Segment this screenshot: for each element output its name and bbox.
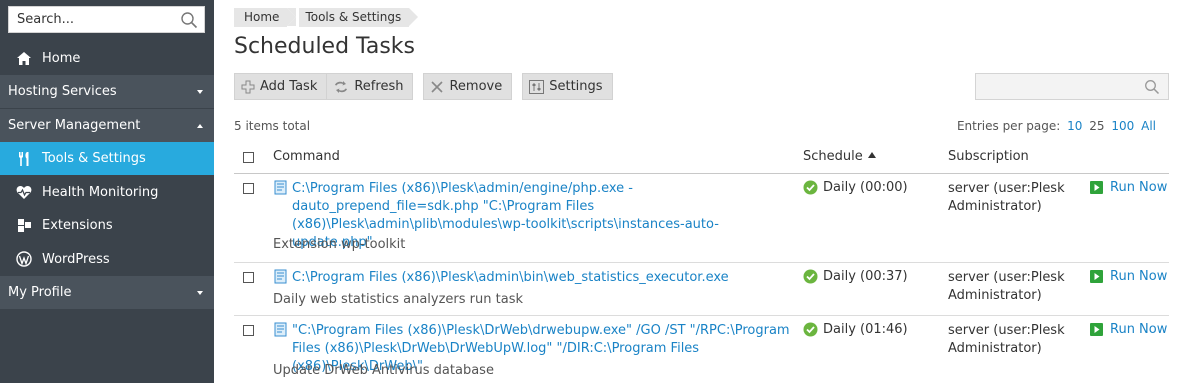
tools-icon bbox=[15, 150, 33, 168]
sidebar-item-label: WordPress bbox=[42, 251, 110, 267]
run-now-button[interactable]: Run Now bbox=[1090, 180, 1167, 195]
heart-pulse-icon bbox=[15, 183, 33, 201]
search-icon[interactable] bbox=[1144, 79, 1160, 99]
sidebar-item-health-monitoring[interactable]: Health Monitoring bbox=[0, 175, 214, 209]
chevron-up-icon bbox=[197, 123, 203, 128]
select-all-checkbox[interactable] bbox=[243, 152, 254, 163]
wordpress-icon bbox=[15, 250, 33, 268]
refresh-button[interactable]: Refresh bbox=[327, 73, 414, 100]
row-checkbox[interactable] bbox=[243, 272, 254, 283]
run-now-button[interactable]: Run Now bbox=[1090, 269, 1167, 284]
task-description: Extension wp-toolkit bbox=[273, 237, 406, 252]
schedule-text: Daily (00:37) bbox=[823, 269, 908, 284]
sidebar-item-label: Tools & Settings bbox=[42, 151, 146, 166]
run-now-button[interactable]: Run Now bbox=[1090, 322, 1167, 337]
remove-button[interactable]: Remove bbox=[423, 73, 513, 100]
task-description: Daily web statistics analyzers run task bbox=[273, 292, 523, 307]
breadcrumb-item-home[interactable]: Home bbox=[234, 8, 297, 27]
chevron-down-icon bbox=[197, 290, 203, 295]
schedule-cell: Daily (00:37) bbox=[803, 269, 908, 284]
sliders-icon bbox=[529, 79, 545, 94]
check-circle-icon bbox=[803, 269, 818, 284]
entries-per-page: Entries per page: 10 25 100 All bbox=[957, 119, 1156, 133]
sidebar-group-hosting-services[interactable]: Hosting Services bbox=[0, 75, 214, 108]
command-link[interactable]: C:\Program Files (x86)\Plesk\admin\bin\w… bbox=[292, 269, 792, 287]
sidebar-group-label: Server Management bbox=[8, 118, 141, 133]
sidebar-item-home[interactable]: Home bbox=[0, 42, 214, 75]
subscription-cell: server (user:Plesk Administrator) bbox=[948, 181, 1065, 214]
main-content: Home Tools & Settings Scheduled Tasks Ad… bbox=[214, 0, 1178, 383]
schedule-text: Daily (00:00) bbox=[823, 180, 908, 195]
refresh-icon bbox=[333, 80, 349, 94]
add-task-label: Add Task bbox=[260, 79, 318, 94]
schedule-cell: Daily (00:00) bbox=[803, 180, 908, 195]
task-description: Update DrWeb Antivirus database bbox=[273, 363, 494, 378]
list-search-input[interactable] bbox=[976, 74, 1136, 99]
sidebar-item-label: Home bbox=[42, 51, 81, 66]
page-title: Scheduled Tasks bbox=[234, 34, 415, 59]
entries-per-page-label: Entries per page: bbox=[956, 119, 1061, 133]
run-now-label: Run Now bbox=[1110, 322, 1168, 337]
add-task-button[interactable]: Add Task bbox=[234, 73, 328, 100]
script-icon bbox=[274, 322, 287, 341]
schedule-cell: Daily (01:46) bbox=[803, 322, 908, 337]
script-icon bbox=[274, 269, 287, 288]
remove-icon bbox=[430, 80, 444, 94]
extensions-icon bbox=[15, 217, 33, 235]
sidebar-search-input[interactable] bbox=[9, 7, 169, 32]
run-now-label: Run Now bbox=[1110, 180, 1168, 195]
check-circle-icon bbox=[803, 180, 818, 195]
sidebar-group-label: Hosting Services bbox=[8, 84, 117, 99]
page-size-all[interactable]: All bbox=[1141, 119, 1156, 133]
items-total: 5 items total bbox=[234, 119, 311, 133]
row-checkbox[interactable] bbox=[243, 325, 254, 336]
sidebar-item-extensions[interactable]: Extensions bbox=[0, 209, 214, 242]
chevron-down-icon bbox=[197, 89, 203, 94]
page-size-25: 25 bbox=[1089, 119, 1105, 133]
sidebar: Home Hosting Services Server Management … bbox=[0, 0, 214, 383]
sidebar-item-label: Health Monitoring bbox=[42, 184, 159, 200]
check-circle-icon bbox=[803, 322, 818, 337]
breadcrumb-item-tools-settings[interactable]: Tools & Settings bbox=[287, 8, 418, 27]
table-header: Command Schedule Subscription bbox=[234, 144, 1169, 174]
home-icon bbox=[15, 50, 33, 68]
table-row: C:\Program Files (x86)\Plesk\admin\bin\w… bbox=[234, 263, 1169, 316]
column-header-subscription[interactable]: Subscription bbox=[948, 149, 1029, 164]
column-header-command[interactable]: Command bbox=[273, 149, 340, 164]
play-icon bbox=[1090, 181, 1103, 194]
sidebar-group-server-management[interactable]: Server Management bbox=[0, 108, 214, 142]
play-icon bbox=[1090, 323, 1103, 336]
page-size-10[interactable]: 10 bbox=[1067, 119, 1082, 133]
play-icon bbox=[1090, 270, 1103, 283]
script-icon bbox=[274, 180, 287, 199]
column-header-schedule[interactable]: Schedule bbox=[803, 149, 876, 164]
toolbar: Add Task Refresh Remove Settings bbox=[234, 73, 613, 100]
run-now-label: Run Now bbox=[1110, 269, 1168, 284]
row-checkbox[interactable] bbox=[243, 183, 254, 194]
breadcrumb: Home Tools & Settings bbox=[234, 8, 421, 28]
settings-label: Settings bbox=[549, 79, 603, 94]
remove-label: Remove bbox=[449, 79, 503, 94]
subscription-cell: server (user:Plesk Administrator) bbox=[948, 270, 1065, 303]
column-header-schedule-label: Schedule bbox=[803, 149, 863, 164]
search-icon[interactable] bbox=[180, 11, 198, 33]
sidebar-item-wordpress[interactable]: WordPress bbox=[0, 242, 214, 276]
list-search[interactable] bbox=[975, 73, 1169, 100]
sidebar-search[interactable] bbox=[8, 6, 205, 33]
refresh-label: Refresh bbox=[354, 79, 404, 94]
schedule-text: Daily (01:46) bbox=[823, 322, 908, 337]
sidebar-item-label: Extensions bbox=[42, 218, 113, 233]
plus-icon bbox=[241, 80, 255, 94]
table-row: C:\Program Files (x86)\Plesk\admin/engin… bbox=[234, 174, 1169, 263]
sidebar-group-my-profile[interactable]: My Profile bbox=[0, 276, 214, 309]
sort-ascending-icon bbox=[867, 152, 876, 158]
sidebar-item-tools-settings[interactable]: Tools & Settings bbox=[0, 142, 214, 175]
table-row: "C:\Program Files (x86)\Plesk\DrWeb\drwe… bbox=[234, 316, 1169, 383]
subscription-cell: server (user:Plesk Administrator) bbox=[948, 323, 1065, 356]
sidebar-group-label: My Profile bbox=[8, 285, 72, 300]
page-size-100[interactable]: 100 bbox=[1111, 119, 1134, 133]
settings-button[interactable]: Settings bbox=[522, 73, 613, 100]
